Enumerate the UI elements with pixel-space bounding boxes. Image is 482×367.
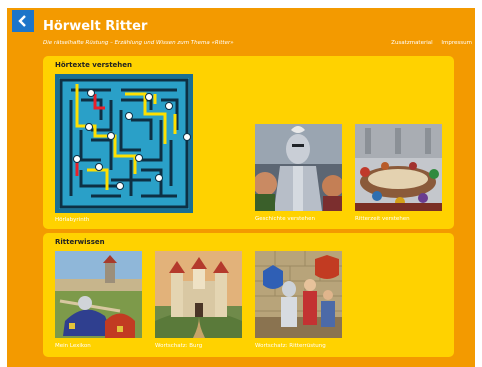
card-geschichte-verstehen[interactable]: Geschichte verstehen [255,124,342,224]
card-wortschatz-burg[interactable]: Wortschatz: Burg [155,251,242,351]
card-label: Mein Lexikon [55,343,91,349]
card-label: Wortschatz: Ritterrüstung [255,343,326,349]
card-wortschatz-ritterruestung[interactable]: Wortschatz: Ritterrüstung [255,251,342,351]
link-zusatzmaterial[interactable]: Zusatzmaterial [391,40,433,46]
card-ritterzeit-verstehen[interactable]: Ritterzeit verstehen [355,124,442,224]
chevron-left-icon [18,15,26,27]
section-ritterwissen: Ritterwissen Mein Lexikon Wortschatz: Bu… [43,233,454,357]
tournament-image [55,251,142,338]
page-subtitle: Die rätselhafte Rüstung – Erzählung und … [43,40,234,46]
page-title: Hörwelt Ritter [43,19,148,34]
section-title: Ritterwissen [55,238,105,246]
card-label: Hörlabyrinth [55,217,90,223]
castle-image [155,251,242,338]
link-impressum[interactable]: Impressum [441,40,472,46]
armor-room-image [255,251,342,338]
maze-image [55,74,193,213]
card-mein-lexikon[interactable]: Mein Lexikon [55,251,142,351]
card-label: Wortschatz: Burg [155,343,203,349]
knight-armor-image [255,124,342,211]
back-button[interactable] [12,10,34,32]
card-hoerlabyrinth[interactable]: Hörlabyrinth [55,74,193,224]
section-title: Hörtexte verstehen [55,61,132,69]
section-hoertexte: Hörtexte verstehen Hörlabyrinth Geschich… [43,56,454,229]
card-label: Geschichte verstehen [255,216,316,222]
medieval-feast-image [355,124,442,211]
card-label: Ritterzeit verstehen [355,216,410,222]
top-links: Zusatzmaterial Impressum [384,40,472,46]
